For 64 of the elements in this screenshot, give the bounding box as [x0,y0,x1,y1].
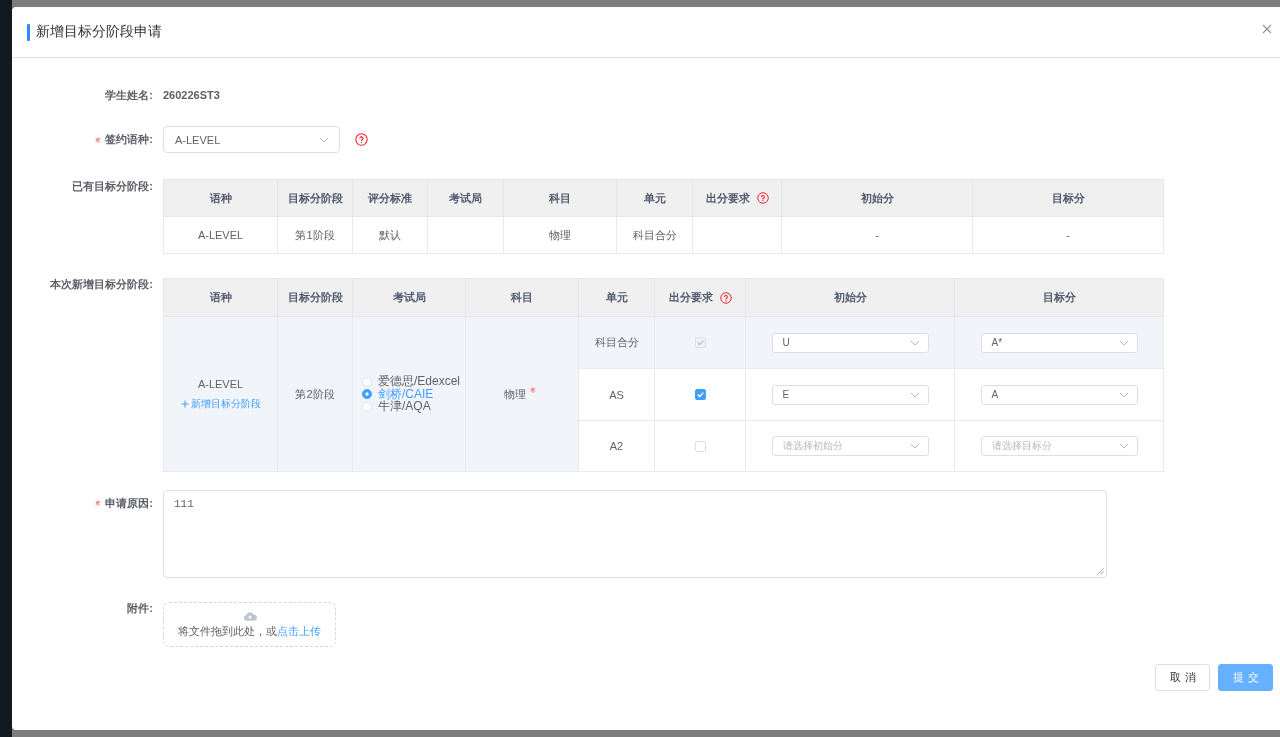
table-cell: 默认 [352,216,428,254]
table-cell: A2 [578,420,655,472]
column-header: 单元 [578,278,655,317]
table-cell: 第2阶段 [277,316,353,472]
column-header: 语种 [163,179,278,217]
column-header: 初始分 [781,179,973,217]
radio-option[interactable]: 爱德思/Edexcel [362,375,461,388]
close-icon [1262,24,1272,34]
column-header: 单元 [616,179,693,217]
column-header: 语种 [163,278,278,317]
chevron-down-icon [1118,443,1129,449]
help-icon[interactable] [756,192,769,204]
cell-text: 物理 [504,386,526,402]
checkbox[interactable] [694,389,706,400]
chevron-down-icon [1118,339,1129,346]
table-cell: 物理 [503,216,617,254]
table-cell: 科目合分 [578,316,655,369]
upload-dropzone[interactable]: 将文件拖到此处，或点击上传 [163,602,336,647]
resize-handle-icon[interactable] [1096,567,1104,575]
table-cell: 科目合分 [616,216,693,254]
close-button[interactable] [1262,24,1272,34]
field-label: 附件: [127,602,153,614]
upload-hint: 将文件拖到此处，或点击上传 [178,623,321,639]
column-header: 目标分阶段 [277,278,353,317]
column-header: 目标分 [954,278,1164,317]
select-field[interactable]: A [980,384,1138,405]
table-cell: A-LEVEL [163,216,278,254]
column-header: 目标分 [972,179,1164,217]
field-label: 学生姓名: [105,88,153,103]
field-label: 已有目标分阶段: [72,179,153,193]
column-header: 考试局 [352,278,466,317]
cancel-button[interactable]: 取消 [1155,664,1210,691]
chevron-down-icon [909,391,920,398]
column-header: 考试局 [427,179,504,217]
chevron-down-icon [1118,391,1129,398]
column-header: 评分标准 [352,179,428,217]
column-header: 初始分 [745,278,955,317]
chevron-down-icon [909,443,920,449]
help-icon[interactable] [355,133,368,146]
title-accent-bar [27,23,30,41]
column-header: 科目 [465,278,579,317]
column-header: 目标分阶段 [277,179,353,217]
table-cell: - [972,216,1164,254]
field-label: 签约语种: [105,132,153,147]
table-cell: - [781,216,973,254]
cloud-upload-icon [242,610,257,621]
column-header: 科目 [503,179,617,217]
select-field[interactable]: A-LEVEL [163,126,340,153]
chevron-down-icon [319,136,329,143]
plus-icon [180,399,189,408]
field-label: 申请原因: [105,496,153,510]
table-cell: AS [578,368,655,421]
cell-text: A-LEVEL [197,377,244,390]
select-field[interactable]: E [771,384,929,405]
table-cell: 第1阶段 [277,216,353,254]
column-header: 出分要求 [668,290,713,305]
radio-option[interactable]: 牛津/AQA [362,400,431,413]
column-header: 出分要求 [705,190,750,206]
dialog-title: 新增目标分阶段申请 [36,23,162,41]
student-name-value: 260226ST3 [163,88,220,103]
chevron-down-icon [909,339,920,346]
reason-textarea[interactable]: 111 [163,490,1107,578]
help-icon[interactable] [719,291,732,304]
field-label: 本次新增目标分阶段: [50,278,153,290]
